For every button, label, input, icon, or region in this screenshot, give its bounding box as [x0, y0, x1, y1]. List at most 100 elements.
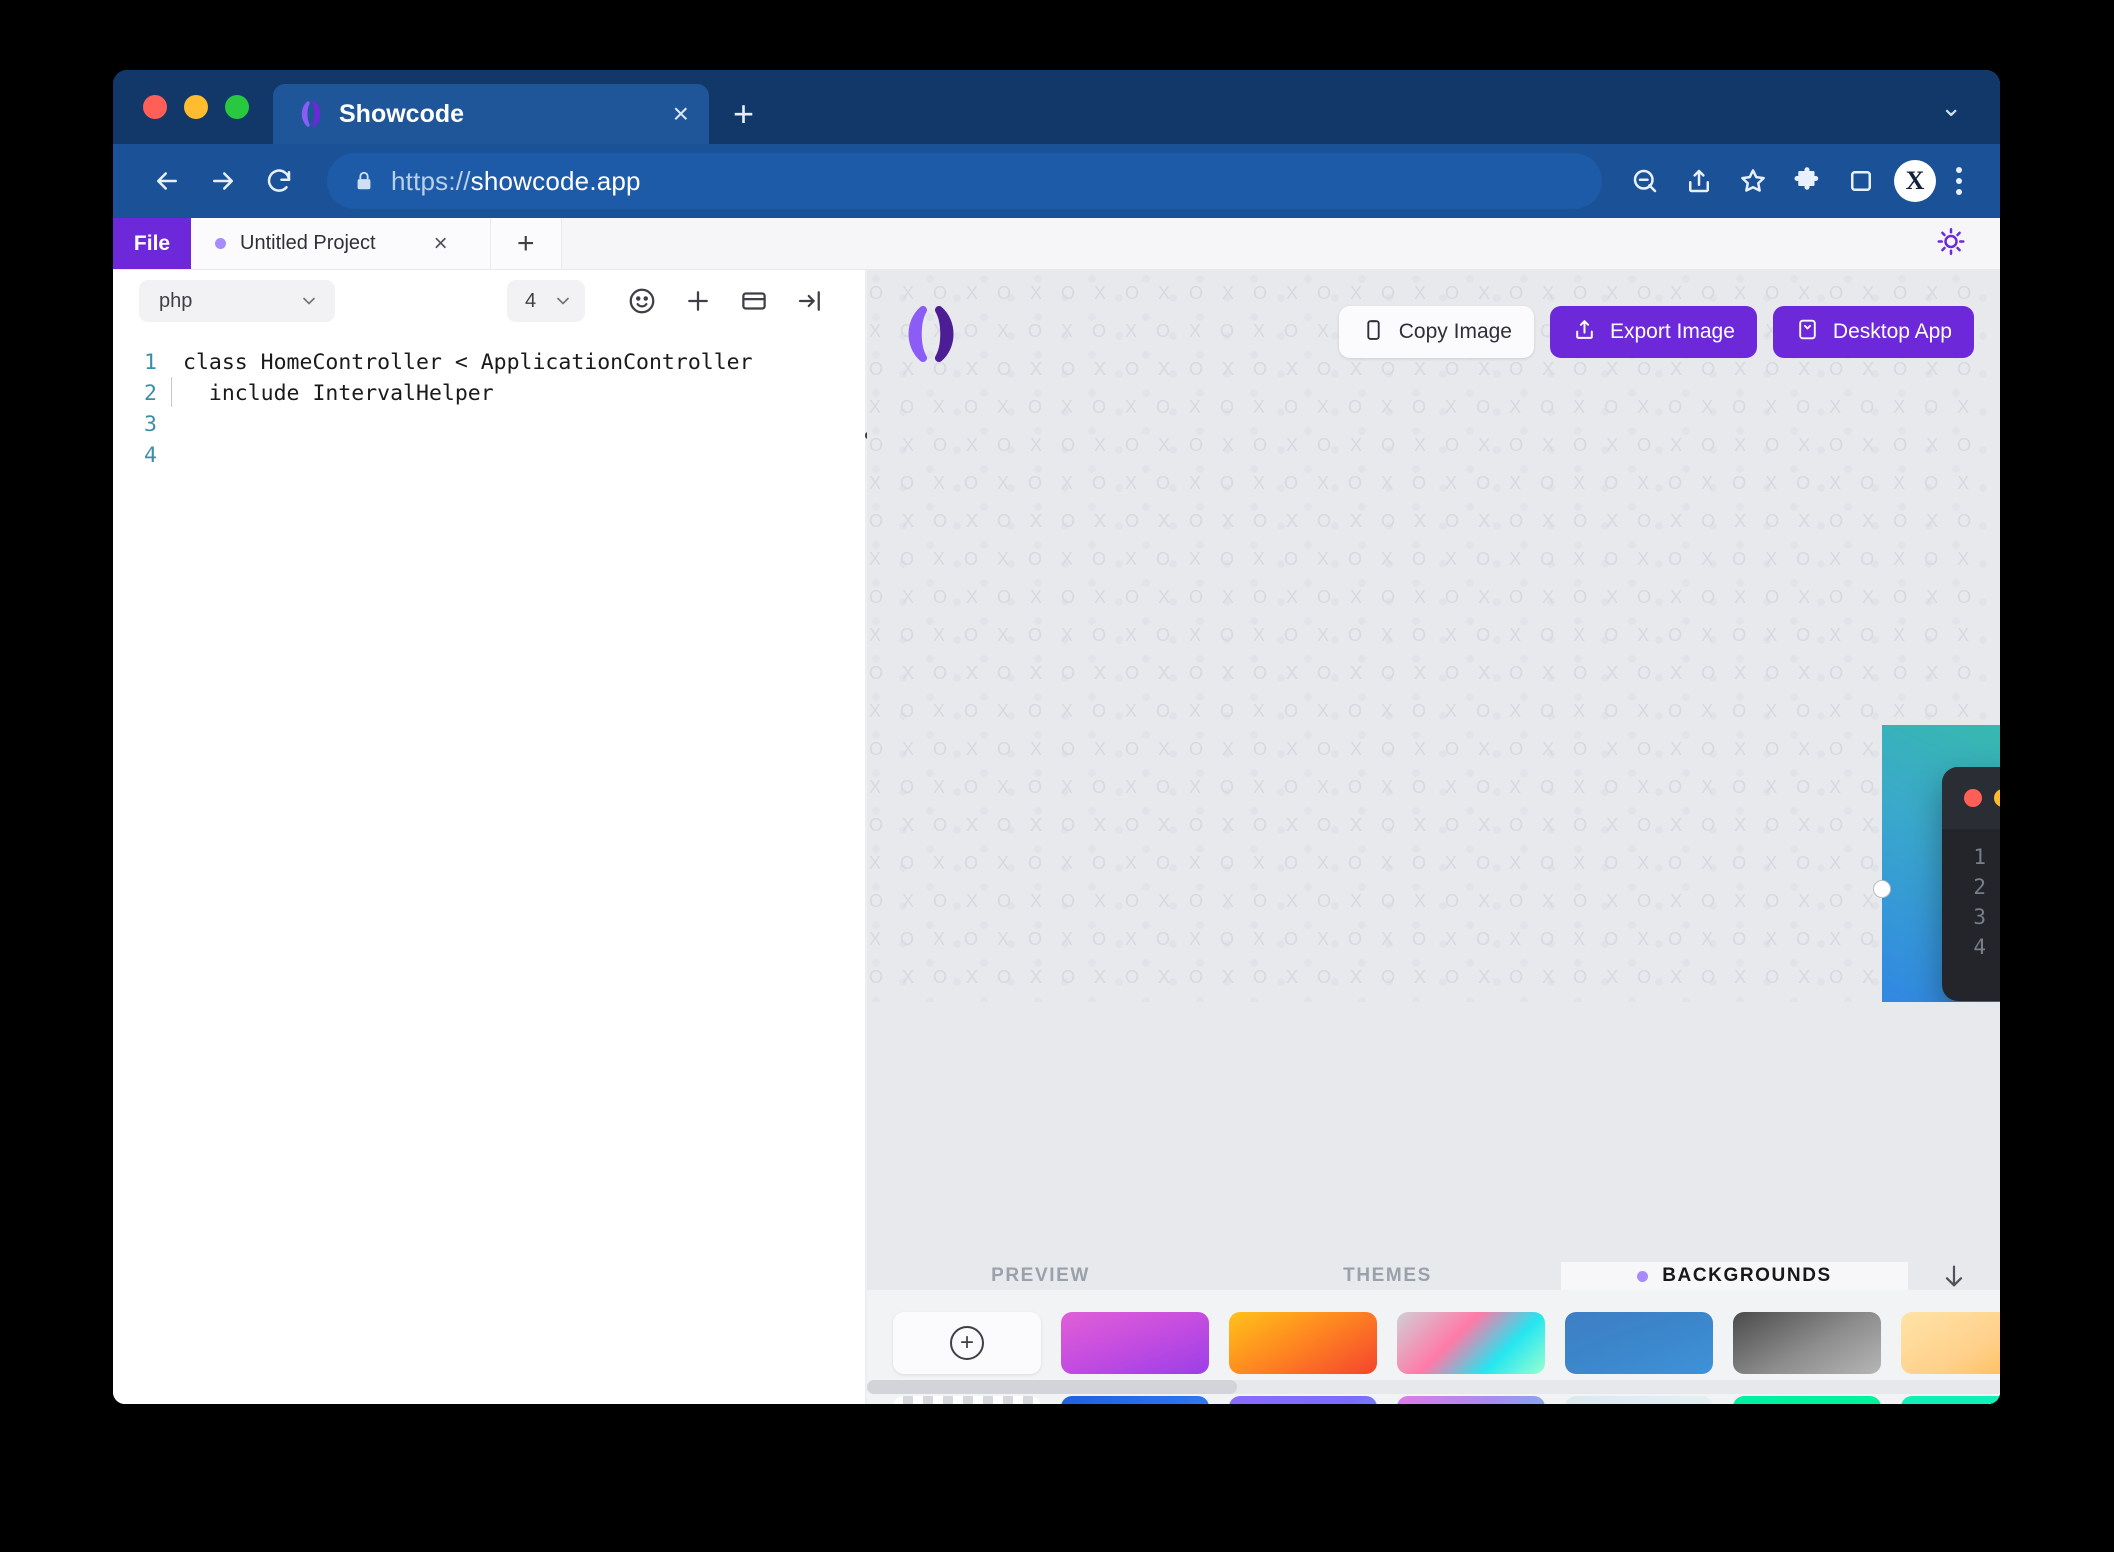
preview-code-line: 1 class HomeController < ApplicationCont… — [1942, 845, 2000, 875]
project-tab-label: Untitled Project — [240, 232, 376, 255]
share-icon[interactable] — [1672, 154, 1726, 208]
tab-themes[interactable]: THEMES — [1214, 1262, 1561, 1290]
line-number: 2 — [113, 381, 171, 406]
canvas-area[interactable]: OXOXOXOXOXOXOXOXOXOXOXOXOXOXOXOXOXOXOXOX… — [867, 270, 2000, 1002]
background-swatch[interactable] — [1397, 1312, 1545, 1374]
close-window-button[interactable] — [143, 95, 167, 119]
line-text: include IntervalHelper — [171, 381, 494, 406]
code-line: 1 class HomeController < ApplicationCont… — [113, 350, 867, 381]
artboard[interactable]: Untitled-1 1 class HomeController < Appl… — [1882, 725, 2000, 1002]
close-dot-icon — [1964, 789, 1982, 807]
export-image-button[interactable]: Export Image — [1550, 306, 1757, 358]
close-icon[interactable]: × — [434, 232, 448, 256]
browser-menu-icon[interactable] — [1942, 167, 1974, 195]
plus-icon: + — [950, 1326, 984, 1360]
arrow-down-icon[interactable] — [1908, 1262, 2000, 1290]
app-window-icon — [1795, 317, 1820, 348]
desktop-app-button[interactable]: Desktop App — [1773, 306, 1974, 358]
resize-handle-left[interactable] — [1873, 880, 1891, 898]
code-card-traffic-lights — [1964, 767, 2000, 829]
background-swatch[interactable] — [1565, 1312, 1713, 1374]
upload-icon — [1572, 317, 1597, 348]
line-number: 1 — [113, 350, 171, 375]
add-project-button[interactable]: + — [491, 218, 562, 269]
window-traffic-lights — [135, 70, 259, 144]
background-swatch[interactable] — [1901, 1312, 2000, 1374]
new-tab-button[interactable]: + — [733, 96, 754, 132]
line-number: 3 — [1942, 905, 2000, 929]
tab-preview[interactable]: PREVIEW — [867, 1262, 1214, 1290]
horizontal-scrollbar[interactable] — [867, 1380, 2000, 1394]
avatar[interactable]: X — [1894, 160, 1936, 202]
url-bar[interactable]: https://showcode.app — [327, 153, 1602, 209]
showcode-logo-icon — [897, 306, 965, 362]
clipboard-icon — [1361, 317, 1386, 348]
add-icon[interactable] — [675, 278, 721, 324]
unsaved-dot-icon — [215, 238, 226, 249]
line-number: 4 — [113, 443, 171, 468]
back-icon[interactable] — [139, 153, 195, 209]
preview-code-line: 4 — [1942, 935, 2000, 965]
background-swatch[interactable] — [1733, 1396, 1881, 1404]
reload-icon[interactable] — [251, 153, 307, 209]
canvas-actions: Copy Image Export Image De — [1339, 306, 1974, 358]
desktop-app-label: Desktop App — [1833, 320, 1952, 344]
copy-image-button[interactable]: Copy Image — [1339, 306, 1534, 358]
collapse-panel-icon[interactable] — [787, 278, 833, 324]
code-preview-card: Untitled-1 1 class HomeController < Appl… — [1942, 767, 2000, 1001]
showcode-app: File Untitled Project × + php — [113, 218, 2000, 1404]
bottom-panel: PREVIEW THEMES BACKGROUNDS +✓ — [867, 1262, 2000, 1404]
tab-backgrounds[interactable]: BACKGROUNDS — [1561, 1262, 1908, 1290]
indent-guide — [171, 377, 172, 407]
code-editor[interactable]: 1 class HomeController < ApplicationCont… — [113, 332, 867, 1404]
browser-tab-strip: Showcode × + ⌄ — [113, 70, 2000, 144]
backgrounds-scroll-area[interactable]: +✓ — [867, 1290, 2000, 1404]
language-value: php — [159, 290, 192, 313]
panel-tabs: PREVIEW THEMES BACKGROUNDS — [867, 1262, 2000, 1290]
background-swatch[interactable] — [1901, 1396, 2000, 1404]
forward-icon[interactable] — [195, 153, 251, 209]
background-swatch-transparent[interactable] — [893, 1396, 1041, 1404]
active-dot-icon — [1637, 1271, 1648, 1282]
background-swatch[interactable] — [1061, 1396, 1209, 1404]
background-swatch[interactable] — [1397, 1396, 1545, 1404]
export-image-label: Export Image — [1610, 320, 1735, 344]
add-background-button[interactable]: + — [893, 1312, 1041, 1374]
code-line: 2 include IntervalHelper — [113, 381, 867, 412]
url-host: showcode.app — [471, 166, 641, 196]
chevron-down-icon[interactable]: ⌄ — [1940, 92, 1962, 123]
background-swatch[interactable] — [1565, 1396, 1713, 1404]
background-swatch[interactable] — [1229, 1396, 1377, 1404]
minimize-window-button[interactable] — [184, 95, 208, 119]
file-menu-button[interactable]: File — [113, 218, 191, 269]
code-line: 4 — [113, 443, 867, 474]
side-panel-icon[interactable] — [1834, 154, 1888, 208]
language-select[interactable]: php — [139, 280, 335, 322]
line-number: 2 — [1942, 875, 2000, 899]
horizontal-scrollbar-thumb[interactable] — [867, 1380, 1237, 1394]
browser-tab-title: Showcode — [339, 100, 659, 129]
preview-code-line: 3 — [1942, 905, 2000, 935]
code-line: 3 — [113, 412, 867, 443]
project-tab[interactable]: Untitled Project × — [191, 218, 491, 269]
background-swatch[interactable] — [1733, 1312, 1881, 1374]
code-card-body: 1 class HomeController < ApplicationCont… — [1942, 829, 2000, 965]
tab-size-select[interactable]: 4 — [507, 280, 585, 322]
browser-address-bar: https://showcode.app X — [113, 144, 2000, 218]
editor-toolbar: php 4 — [113, 270, 867, 332]
line-text: class HomeController < ApplicationContro… — [171, 350, 753, 375]
maximize-window-button[interactable] — [225, 95, 249, 119]
lock-icon — [353, 170, 375, 192]
showcode-logo-icon — [297, 100, 325, 128]
background-swatch[interactable] — [1229, 1312, 1377, 1374]
sun-icon[interactable] — [1936, 226, 1966, 261]
extensions-puzzle-icon[interactable] — [1780, 154, 1834, 208]
emoji-icon[interactable] — [619, 278, 665, 324]
browser-tab-showcode[interactable]: Showcode × — [273, 84, 709, 144]
tab-backgrounds-label: BACKGROUNDS — [1662, 1265, 1832, 1287]
close-icon[interactable]: × — [673, 100, 689, 128]
bookmark-star-icon[interactable] — [1726, 154, 1780, 208]
window-frame-icon[interactable] — [731, 278, 777, 324]
zoom-out-icon[interactable] — [1618, 154, 1672, 208]
background-swatch[interactable] — [1061, 1312, 1209, 1374]
